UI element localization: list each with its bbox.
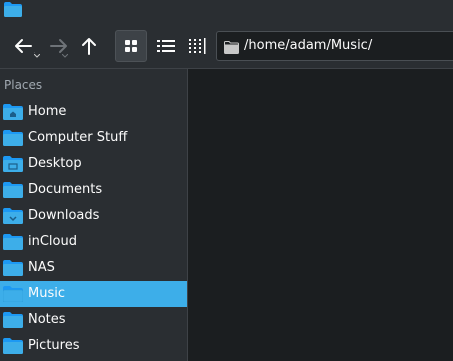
place-label: Downloads <box>28 208 100 223</box>
compact-view-icon <box>188 37 208 55</box>
folder-icon <box>224 39 239 58</box>
place-label: Computer Stuff <box>28 130 128 145</box>
details-view-icon <box>156 38 176 54</box>
pictures-folder-icon <box>3 338 23 358</box>
icons-view-icon <box>123 38 139 54</box>
place-item-music[interactable]: Music <box>0 281 187 307</box>
downloads-folder-icon <box>3 208 23 228</box>
music-folder-icon <box>2 286 24 306</box>
back-dropdown-icon <box>34 54 40 58</box>
folder-icon <box>3 234 23 254</box>
title-bar <box>0 0 453 24</box>
place-label: Notes <box>28 312 66 327</box>
up-button[interactable] <box>76 30 102 62</box>
place-item-notes[interactable]: Notes <box>0 307 187 333</box>
folder-view[interactable] <box>188 69 453 361</box>
place-item-computer-stuff[interactable]: Computer Stuff <box>0 125 187 151</box>
home-folder-icon <box>3 104 23 124</box>
place-label: inCloud <box>28 234 77 249</box>
documents-folder-icon <box>3 182 23 202</box>
back-button[interactable] <box>8 30 40 62</box>
compact-view-button[interactable] <box>184 30 212 62</box>
places-heading: Places <box>4 78 43 92</box>
folder-icon <box>4 2 22 17</box>
place-label: NAS <box>28 260 55 275</box>
details-view-button[interactable] <box>151 30 181 62</box>
icons-view-button[interactable] <box>115 30 147 62</box>
toolbar: /home/adam/Music/ <box>0 24 453 68</box>
place-item-downloads[interactable]: Downloads <box>0 203 187 229</box>
folder-icon <box>3 130 23 150</box>
place-item-incloud[interactable]: inCloud <box>0 229 187 255</box>
place-item-desktop[interactable]: Desktop <box>0 151 187 177</box>
forward-dropdown-icon <box>62 54 68 58</box>
location-path: /home/adam/Music/ <box>244 38 373 53</box>
place-label: Desktop <box>28 156 82 171</box>
place-label: Documents <box>28 182 103 197</box>
desktop-folder-icon <box>3 156 23 176</box>
place-label: Home <box>28 104 67 119</box>
location-bar[interactable]: /home/adam/Music/ <box>216 31 453 61</box>
file-manager-window: /home/adam/Music/ Places Home Computer S… <box>0 0 453 361</box>
places-panel: Places Home Computer Stuff Desktop Docum… <box>0 69 187 361</box>
place-label: Pictures <box>28 338 80 353</box>
forward-button[interactable] <box>44 30 74 62</box>
up-arrow-icon <box>78 34 100 58</box>
place-item-pictures[interactable]: Pictures <box>0 333 187 359</box>
place-item-documents[interactable]: Documents <box>0 177 187 203</box>
folder-icon <box>3 312 23 332</box>
place-item-nas[interactable]: NAS <box>0 255 187 281</box>
back-arrow-icon <box>11 34 35 58</box>
place-label: Music <box>28 286 65 301</box>
place-item-home[interactable]: Home <box>0 99 187 125</box>
folder-icon <box>3 260 23 280</box>
